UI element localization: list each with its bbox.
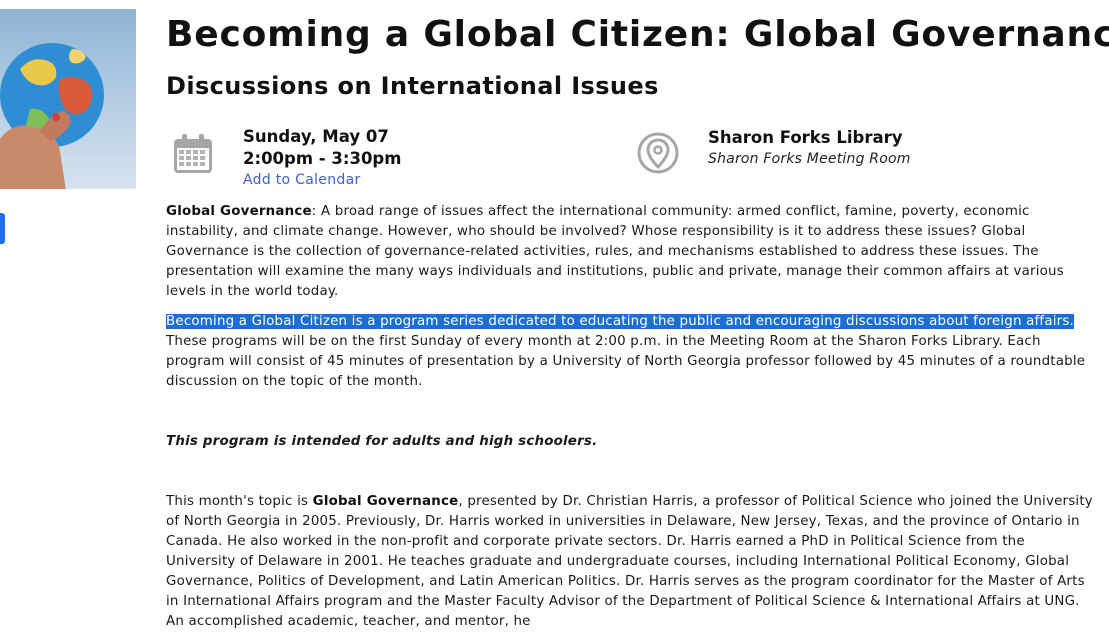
event-time: 2:00pm - 3:30pm [243,149,402,168]
description-paragraph-1: Global Governance: A broad range of issu… [166,202,1096,302]
topic-intro: This month's topic is [166,494,313,509]
description-paragraph-2: Becoming a Global Citizen is a program s… [166,312,1096,392]
event-subtitle: Discussions on International Issues [166,72,659,100]
series-details: These programs will be on the first Sund… [166,334,1086,389]
location-name: Sharon Forks Library [708,128,903,147]
globe-illustration [0,43,104,189]
description-topic-bold: Global Governance [166,204,312,219]
event-title: Becoming a Global Citizen: Global Govern… [166,14,1109,55]
selected-text[interactable]: Becoming a Global Citizen is a program s… [166,314,1075,329]
calendar-icon [174,134,212,173]
event-image-globe-in-hand [0,9,136,189]
event-date: Sunday, May 07 [243,127,389,146]
location-room: Sharon Forks Meeting Room [708,151,911,167]
add-to-calendar-link[interactable]: Add to Calendar [243,172,361,188]
side-tab-indicator[interactable] [0,213,5,244]
audience-note: This program is intended for adults and … [166,434,598,449]
map-pin-icon [637,132,679,174]
topic-bold: Global Governance [312,494,459,509]
presenter-paragraph: This month's topic is Global Governance,… [166,492,1096,632]
presenter-bio: , presented by Dr. Christian Harris, a p… [166,494,1093,629]
